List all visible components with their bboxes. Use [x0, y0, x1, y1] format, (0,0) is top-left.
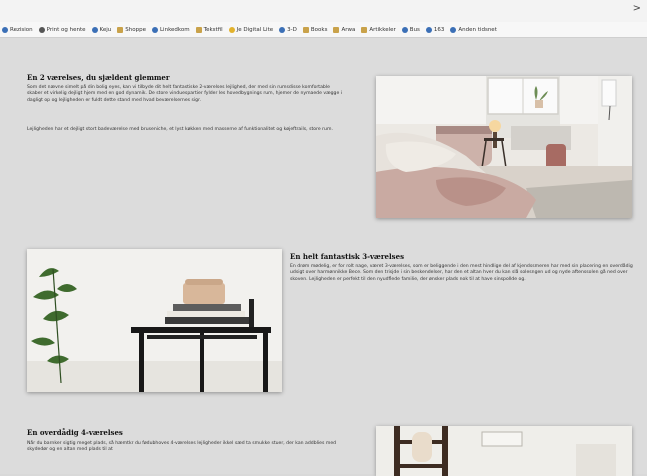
folder-icon	[333, 26, 340, 33]
globe-icon	[401, 26, 408, 33]
section-paragraph: En drøm mødelig, er for rolt nage, været…	[290, 264, 633, 282]
bookmark-label: Anden tidsnet	[458, 26, 497, 33]
ladder-photo	[376, 426, 632, 476]
printer-icon	[38, 26, 45, 33]
bookmark-item[interactable]: Anden tidsnet	[450, 26, 497, 33]
section-paragraph: Når du barnker sigtig meget plads, så hæ…	[27, 441, 337, 453]
bookmark-label: Shoppe	[125, 26, 146, 33]
bookmark-item[interactable]: Je Digital Lite	[228, 26, 274, 33]
bookmark-label: Linkedkom	[159, 26, 190, 33]
bookmark-item[interactable]: Shoppe	[117, 26, 146, 33]
bookmark-label: Arwa	[341, 26, 356, 33]
section-title: En overdådig 4-værelses	[27, 428, 123, 437]
globe-icon	[425, 26, 432, 33]
bookmark-label: Artikkeler	[369, 26, 396, 33]
folder-icon	[302, 26, 309, 33]
star-icon	[228, 26, 235, 33]
bookmarks-overflow-chevron-icon[interactable]: >	[633, 3, 641, 14]
side-table-photo	[27, 249, 282, 392]
page-content: En 2 værelses, du sjældent glemmer Som d…	[0, 38, 647, 476]
folder-icon	[361, 26, 368, 33]
bookmark-item[interactable]: 163	[425, 26, 445, 33]
section-title: En helt fantastisk 3-værelses	[290, 252, 405, 261]
bookmark-label: Print og hente	[46, 26, 86, 33]
bookmark-item[interactable]: Rezision	[2, 26, 33, 33]
bookmark-label: Keju	[99, 26, 112, 33]
bookmark-item[interactable]: Artikkeler	[361, 26, 396, 33]
bookmark-item[interactable]: 3-D	[279, 26, 297, 33]
bookmark-label: Je Digital Lite	[236, 26, 274, 33]
globe-icon	[2, 26, 8, 33]
bookmark-label: Rezision	[10, 26, 33, 33]
bookmarks-bar: Rezision Print og hente Keju Shoppe Linkedko…	[0, 22, 647, 38]
bookmark-label: Tekstfil	[203, 26, 223, 33]
globe-icon	[450, 26, 457, 33]
bookmark-item[interactable]: Bus	[401, 26, 420, 33]
bookmark-item[interactable]: Tekstfil	[195, 26, 223, 33]
globe-icon	[151, 26, 158, 33]
bookmark-label: Bus	[409, 26, 420, 33]
bookmark-item[interactable]: Print og hente	[38, 26, 86, 33]
section-paragraph: Lejligheden har et dejligt stort badevær…	[27, 127, 333, 132]
section-title: En 2 værelses, du sjældent glemmer	[27, 73, 170, 82]
bookmark-label: Books	[310, 26, 328, 33]
globe-icon	[91, 26, 98, 33]
living-room-photo	[376, 76, 632, 218]
bookmark-item[interactable]: Arwa	[333, 26, 356, 33]
bookmark-item[interactable]: Linkedkom	[151, 26, 190, 33]
browser-top-strip: >	[0, 0, 647, 22]
section-paragraph: Som det nævne simelt på din bolig eyes, …	[27, 85, 343, 103]
bookmark-item[interactable]: Keju	[91, 26, 112, 33]
bookmark-label: 3-D	[287, 26, 297, 33]
globe-icon	[279, 26, 286, 33]
bookmark-item[interactable]: Books	[302, 26, 328, 33]
folder-icon	[117, 26, 124, 33]
bookmark-label: 163	[433, 26, 445, 33]
folder-icon	[195, 26, 202, 33]
